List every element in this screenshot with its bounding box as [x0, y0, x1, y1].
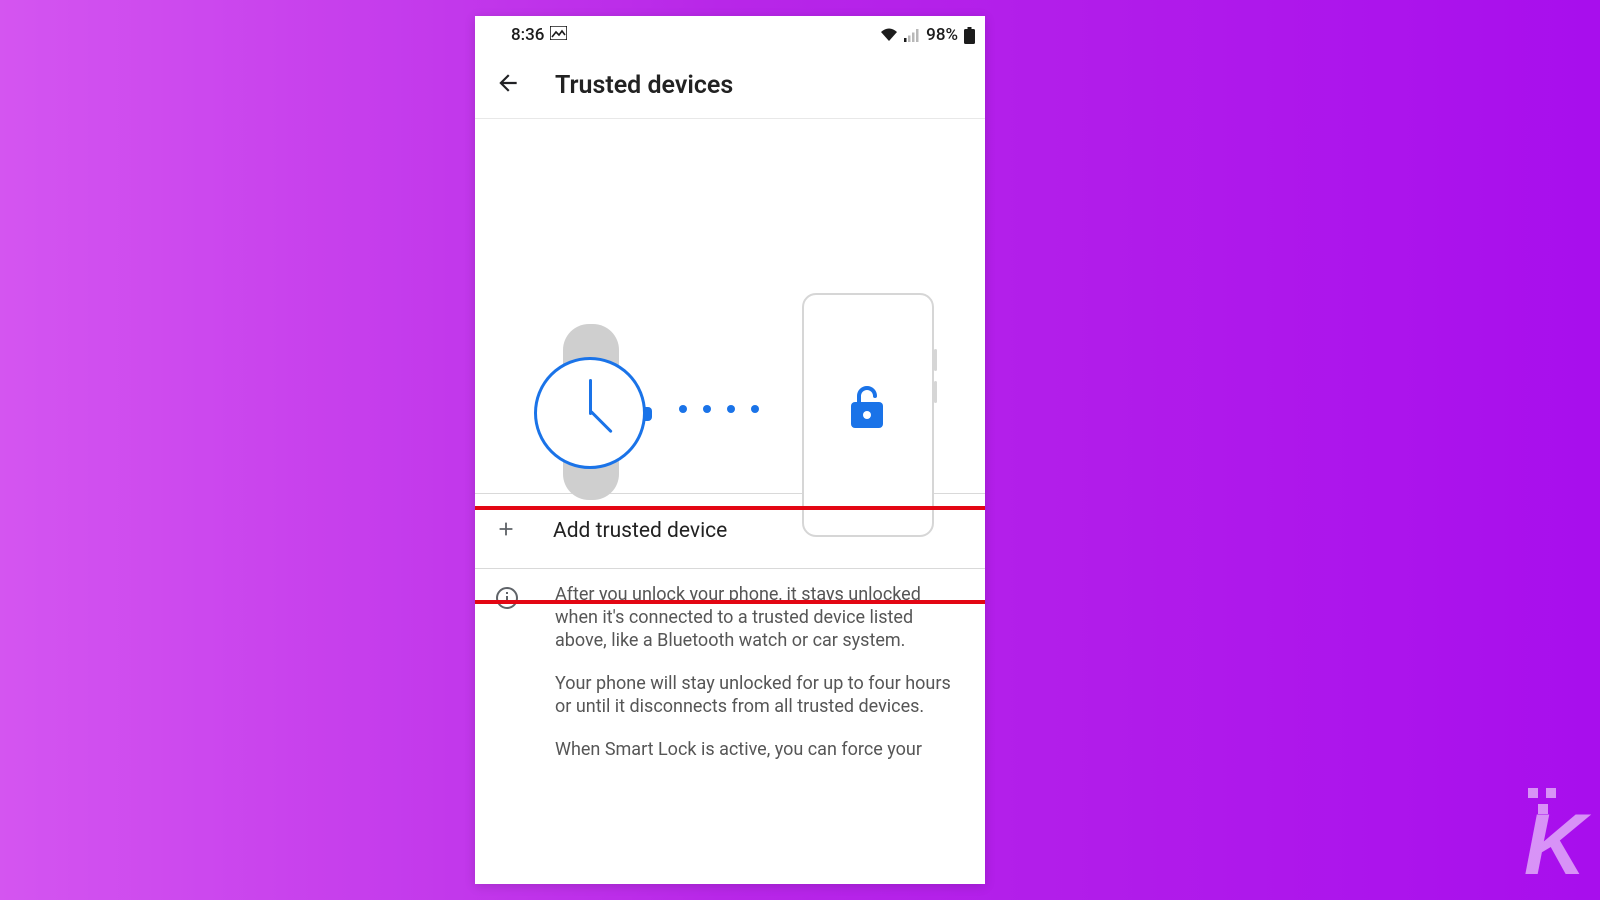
battery-percent: 98%: [926, 25, 958, 45]
info-section: After you unlock your phone, it stays un…: [475, 569, 985, 781]
add-trusted-device-label: Add trusted device: [553, 519, 727, 543]
wifi-icon: [880, 28, 898, 42]
status-left: 8:36: [511, 25, 567, 45]
watermark-letter: K: [1524, 820, 1580, 872]
app-header: Trusted devices: [475, 52, 985, 119]
screenshot-icon: [550, 25, 567, 45]
watermark: K: [1524, 788, 1580, 872]
back-arrow-icon[interactable]: [495, 70, 521, 100]
illustration: [475, 119, 985, 493]
status-bar: 8:36 98%: [475, 16, 985, 52]
info-text: After you unlock your phone, it stays un…: [555, 583, 967, 781]
background: 8:36 98%: [0, 0, 1600, 900]
battery-icon: [964, 27, 975, 44]
info-paragraph-2: Your phone will stay unlocked for up to …: [555, 672, 967, 718]
phone-screenshot: 8:36 98%: [475, 16, 985, 884]
info-icon: [495, 583, 519, 781]
info-paragraph-3: When Smart Lock is active, you can force…: [555, 738, 967, 761]
page-title: Trusted devices: [555, 71, 733, 100]
watch-crown-icon: [645, 407, 652, 421]
signal-icon: [904, 28, 920, 42]
plus-icon: [495, 518, 517, 544]
connection-dots-icon: [679, 405, 759, 413]
status-right: 98%: [880, 25, 975, 45]
status-time: 8:36: [511, 25, 544, 45]
unlock-icon: [847, 384, 887, 434]
info-paragraph-1: After you unlock your phone, it stays un…: [555, 583, 967, 652]
